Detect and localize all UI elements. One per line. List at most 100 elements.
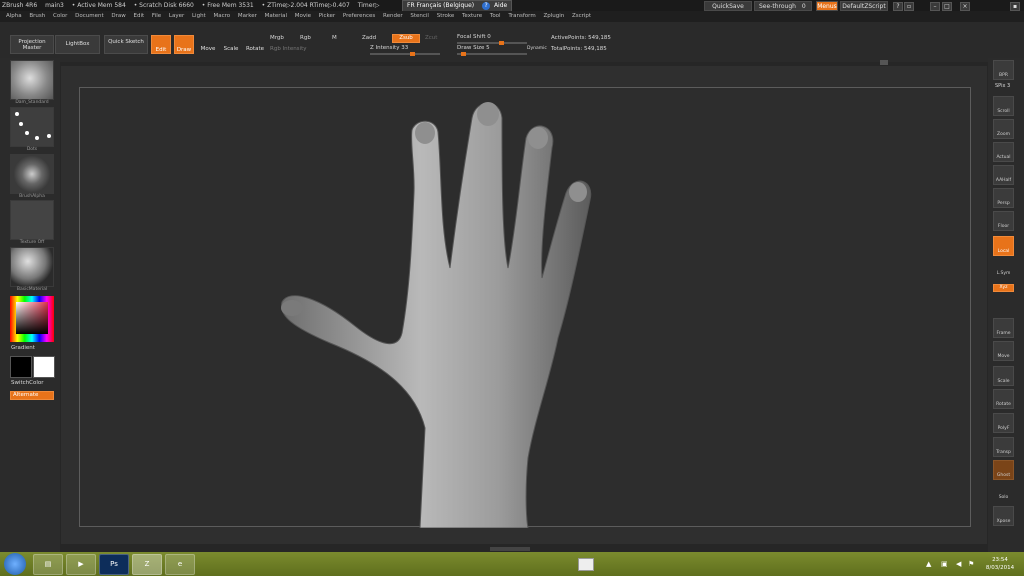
material-thumbnail[interactable] bbox=[10, 247, 54, 287]
media-player-icon[interactable]: ▶ bbox=[66, 554, 96, 575]
quicksave-button[interactable]: QuickSave bbox=[704, 1, 752, 11]
frame-button[interactable]: Frame bbox=[993, 318, 1014, 338]
system-clock[interactable]: 23:54 8/03/2014 bbox=[980, 556, 1020, 572]
lsym-button[interactable]: L.Sym bbox=[993, 259, 1014, 279]
focal-shift-track[interactable] bbox=[457, 41, 527, 45]
polyf-button[interactable]: PolyF bbox=[993, 413, 1014, 433]
rgb-intensity-slider[interactable]: Rgb Intensity bbox=[270, 46, 307, 52]
menu-draw[interactable]: Draw bbox=[111, 13, 125, 19]
internet-explorer-icon[interactable]: e bbox=[165, 554, 195, 575]
transp-button[interactable]: Transp bbox=[993, 437, 1014, 457]
draw-size-slider[interactable]: Draw Size 5 bbox=[457, 45, 490, 51]
menu-zscript[interactable]: Zscript bbox=[572, 13, 591, 19]
layout-icon[interactable]: ▫ bbox=[904, 2, 914, 11]
close-icon[interactable]: × bbox=[960, 2, 970, 11]
quick-sketch-button[interactable]: Quick Sketch bbox=[104, 35, 148, 54]
spix-slider[interactable]: SPix 3 bbox=[995, 83, 1010, 89]
help-icon[interactable]: ? bbox=[482, 2, 491, 10]
color-picker[interactable] bbox=[10, 296, 54, 342]
scale-button[interactable]: Scale bbox=[221, 35, 241, 54]
menu-transform[interactable]: Transform bbox=[508, 13, 535, 19]
menu-stencil[interactable]: Stencil bbox=[410, 13, 429, 19]
menu-file[interactable]: File bbox=[152, 13, 161, 19]
rgb-button[interactable]: Rgb bbox=[300, 35, 311, 41]
gradient-button[interactable]: Gradient bbox=[11, 345, 35, 351]
switchcolor-button[interactable]: SwitchColor bbox=[11, 380, 44, 386]
color-square[interactable] bbox=[16, 302, 48, 334]
scale-view-button[interactable]: Scale bbox=[993, 366, 1014, 386]
menu-movie[interactable]: Movie bbox=[295, 13, 311, 19]
focal-shift-slider[interactable]: Focal Shift 0 bbox=[457, 34, 491, 40]
rotate-button[interactable]: Rotate bbox=[244, 35, 266, 54]
stroke-thumbnail[interactable] bbox=[10, 107, 54, 147]
move-button[interactable]: Move bbox=[198, 35, 218, 54]
menu-material[interactable]: Material bbox=[265, 13, 287, 19]
menu-marker[interactable]: Marker bbox=[238, 13, 257, 19]
menu-color[interactable]: Color bbox=[53, 13, 67, 19]
rotate-view-button[interactable]: Rotate bbox=[993, 389, 1014, 409]
floor-button[interactable]: Floor bbox=[993, 211, 1014, 231]
solo-button[interactable]: Solo bbox=[993, 483, 1014, 503]
brush-thumbnail[interactable] bbox=[10, 60, 54, 100]
menu-layer[interactable]: Layer bbox=[169, 13, 184, 19]
ghost-button[interactable]: Ghost bbox=[993, 460, 1014, 480]
start-button[interactable] bbox=[4, 553, 26, 575]
move-view-button[interactable]: Move bbox=[993, 341, 1014, 361]
alpha-thumbnail[interactable] bbox=[10, 154, 54, 194]
menus-button[interactable]: Menus bbox=[816, 1, 838, 11]
menu-brush[interactable]: Brush bbox=[29, 13, 45, 19]
minimize-icon[interactable]: – bbox=[930, 2, 940, 11]
xpose-button[interactable]: Xpose bbox=[993, 506, 1014, 526]
menu-preferences[interactable]: Preferences bbox=[343, 13, 375, 19]
menu-stroke[interactable]: Stroke bbox=[437, 13, 455, 19]
alternate-button[interactable]: Alternate bbox=[10, 391, 54, 400]
zadd-button[interactable]: Zadd bbox=[362, 35, 376, 41]
menu-texture[interactable]: Texture bbox=[462, 13, 482, 19]
z-intensity-slider[interactable]: Z Intensity 33 bbox=[370, 45, 408, 51]
volume-icon[interactable]: ◀ bbox=[956, 560, 961, 568]
scroll-button[interactable]: Scroll bbox=[993, 96, 1014, 116]
menu-macro[interactable]: Macro bbox=[213, 13, 230, 19]
zcut-button[interactable]: Zcut bbox=[425, 35, 437, 41]
menu-tool[interactable]: Tool bbox=[490, 13, 501, 19]
menu-render[interactable]: Render bbox=[383, 13, 403, 19]
see-through-slider[interactable]: See-through 0 bbox=[754, 1, 812, 11]
canvas-frame[interactable] bbox=[79, 87, 971, 529]
bottom-shelf-handle[interactable] bbox=[490, 547, 530, 551]
restore-icon[interactable]: ▪ bbox=[1010, 2, 1020, 11]
menu-picker[interactable]: Picker bbox=[319, 13, 335, 19]
menu-light[interactable]: Light bbox=[192, 13, 206, 19]
flag-icon[interactable]: ⚑ bbox=[968, 560, 974, 568]
bpr-button[interactable]: BPR bbox=[993, 60, 1014, 80]
aahalf-button[interactable]: AAHalf bbox=[993, 165, 1014, 185]
viewport-scroll-handle[interactable] bbox=[880, 60, 888, 65]
draw-size-track[interactable] bbox=[457, 52, 527, 56]
edit-button[interactable]: Edit bbox=[151, 35, 171, 54]
keyboard-icon[interactable] bbox=[578, 558, 594, 571]
menu-document[interactable]: Document bbox=[75, 13, 104, 19]
persp-button[interactable]: Persp bbox=[993, 188, 1014, 208]
lightbox-button[interactable]: LightBox bbox=[55, 35, 100, 54]
dynamic-button[interactable]: Dynamic bbox=[527, 46, 547, 51]
network-icon[interactable]: ▣ bbox=[941, 560, 948, 568]
help-toggle-icon[interactable]: ? bbox=[893, 2, 903, 11]
zscript-button[interactable]: DefaultZScript bbox=[840, 1, 888, 11]
texture-thumbnail[interactable] bbox=[10, 200, 54, 240]
mrgb-button[interactable]: Mrgb bbox=[270, 35, 284, 41]
actual-button[interactable]: Actual bbox=[993, 142, 1014, 162]
main-color-swatch[interactable] bbox=[10, 356, 32, 378]
help-label[interactable]: Aide bbox=[494, 2, 507, 9]
xyz-button[interactable]: Xyz bbox=[993, 284, 1014, 292]
draw-button[interactable]: Draw bbox=[174, 35, 194, 54]
tray-arrow-icon[interactable]: ▲ bbox=[926, 560, 931, 568]
m-button[interactable]: M bbox=[332, 35, 337, 41]
local-button[interactable]: Local bbox=[993, 236, 1014, 256]
photoshop-icon[interactable]: Ps bbox=[99, 554, 129, 575]
projection-master-button[interactable]: Projection Master bbox=[10, 35, 54, 54]
maximize-icon[interactable]: □ bbox=[942, 2, 952, 11]
menu-edit[interactable]: Edit bbox=[134, 13, 145, 19]
zbrush-taskbar-icon[interactable]: Z bbox=[132, 554, 162, 575]
z-intensity-track[interactable] bbox=[370, 52, 440, 56]
menu-alpha[interactable]: Alpha bbox=[6, 13, 22, 19]
file-explorer-icon[interactable]: ▤ bbox=[33, 554, 63, 575]
